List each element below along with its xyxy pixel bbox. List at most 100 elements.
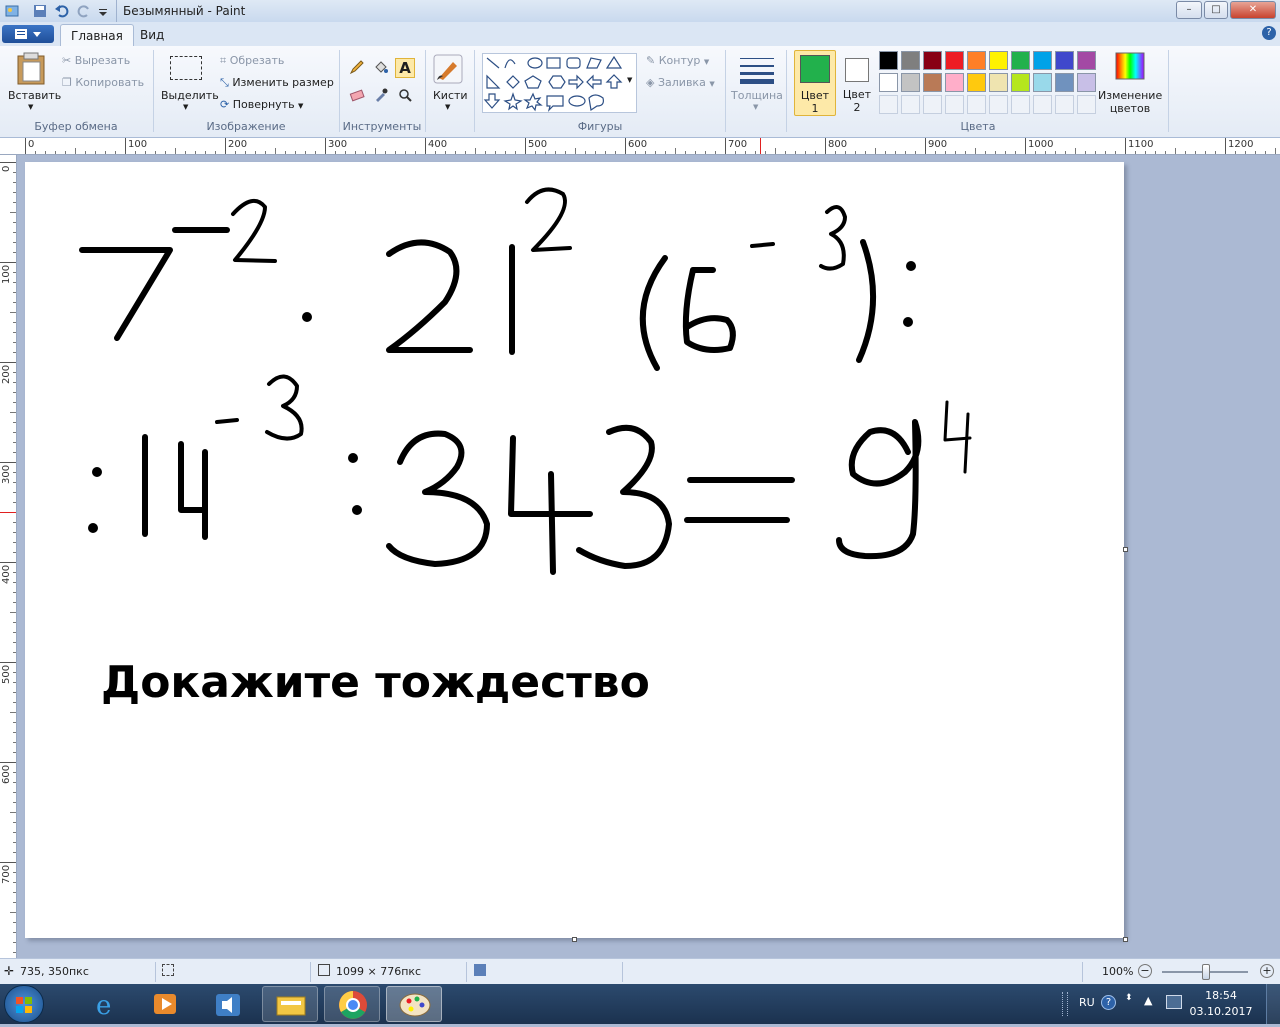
help-icon[interactable]: ? [1262, 26, 1276, 40]
ruler-minor-tick [95, 151, 96, 154]
quick-access-dropdown-icon[interactable] [97, 3, 113, 19]
resize-button[interactable]: ⤡ Изменить размер [220, 76, 334, 90]
palette-color-swatch[interactable] [923, 51, 942, 70]
palette-color-swatch[interactable] [1011, 73, 1030, 92]
tray-expand-icon[interactable]: ▲ [1144, 994, 1152, 1007]
shapes-scroll-down-icon[interactable]: ▼ [627, 76, 632, 84]
crop-button[interactable]: ⌗ Обрезать [220, 54, 284, 68]
eraser-icon[interactable] [347, 86, 367, 106]
file-menu-button[interactable] [2, 25, 54, 43]
palette-color-swatch[interactable] [1077, 73, 1096, 92]
size-button[interactable]: Толщина [731, 89, 783, 102]
text-tool-icon[interactable]: A [395, 58, 415, 78]
palette-color-swatch[interactable] [1033, 51, 1052, 70]
edit-colors-icon[interactable] [1115, 52, 1145, 83]
palette-color-swatch[interactable] [1077, 51, 1096, 70]
zoom-in-button[interactable]: + [1260, 964, 1274, 978]
select-dropdown-icon[interactable]: ▼ [183, 103, 188, 111]
copy-button[interactable]: ❐ Копировать [62, 76, 144, 89]
ruler-minor-tick [665, 151, 666, 154]
palette-color-swatch[interactable] [945, 51, 964, 70]
palette-empty-swatch[interactable] [1011, 95, 1030, 114]
ruler-cursor-marker [760, 138, 761, 154]
rotate-button[interactable]: ⟳ Повернуть ▼ [220, 98, 303, 111]
language-options-icon[interactable]: ⬍ [1125, 993, 1133, 1003]
chrome-icon[interactable] [324, 986, 380, 1022]
clipboard-icon[interactable] [16, 52, 48, 89]
tab-view[interactable]: Вид [130, 24, 174, 46]
palette-empty-swatch[interactable] [967, 95, 986, 114]
paint-app-icon[interactable] [4, 3, 20, 19]
palette-color-swatch[interactable] [879, 51, 898, 70]
close-button[interactable]: ✕ [1230, 1, 1276, 19]
palette-empty-swatch[interactable] [945, 95, 964, 114]
palette-color-swatch[interactable] [1055, 73, 1074, 92]
start-button[interactable] [4, 985, 44, 1023]
palette-color-swatch[interactable] [901, 73, 920, 92]
language-help-icon[interactable]: ? [1101, 995, 1116, 1010]
internet-explorer-icon[interactable]: e [78, 986, 134, 1022]
palette-color-swatch[interactable] [901, 51, 920, 70]
select-button[interactable]: Выделить [161, 89, 219, 102]
ruler-major-tick [25, 138, 26, 154]
palette-color-swatch[interactable] [1011, 51, 1030, 70]
color2-button[interactable]: Цвет 2 [838, 50, 876, 116]
select-icon[interactable] [170, 56, 202, 80]
maximize-button[interactable]: □ [1204, 1, 1228, 19]
edit-colors-button[interactable]: Изменение [1098, 89, 1162, 102]
save-icon[interactable] [32, 3, 48, 19]
outline-label: Контур [658, 54, 701, 67]
minimize-button[interactable]: – [1176, 1, 1202, 19]
palette-color-swatch[interactable] [989, 51, 1008, 70]
palette-empty-swatch[interactable] [1055, 95, 1074, 114]
show-desktop-button[interactable] [1266, 984, 1280, 1024]
color1-button[interactable]: Цвет 1 [794, 50, 836, 116]
explorer-icon[interactable] [262, 986, 318, 1022]
media-player-icon[interactable] [138, 986, 194, 1022]
palette-color-swatch[interactable] [879, 73, 898, 92]
drawing-canvas[interactable]: Докажите тождество [25, 162, 1128, 942]
resize-handle-corner[interactable] [1123, 937, 1128, 942]
color-picker-icon[interactable] [371, 86, 391, 106]
brushes-button[interactable]: Кисти [433, 89, 468, 102]
outline-button[interactable]: ✎ Контур ▼ [646, 54, 709, 67]
palette-color-swatch[interactable] [923, 73, 942, 92]
shapes-gallery[interactable] [482, 53, 637, 113]
paste-dropdown-icon[interactable]: ▼ [28, 103, 33, 111]
resize-handle-right[interactable] [1123, 547, 1128, 552]
cut-button[interactable]: ✂ Вырезать [62, 54, 130, 67]
palette-empty-swatch[interactable] [901, 95, 920, 114]
magnifier-icon[interactable] [395, 86, 415, 106]
volume-app-icon[interactable] [200, 986, 256, 1022]
fill-button[interactable]: ◈ Заливка ▼ [646, 76, 715, 89]
tab-home[interactable]: Главная [60, 24, 134, 46]
size-dropdown-icon[interactable]: ▼ [753, 103, 758, 111]
palette-empty-swatch[interactable] [1033, 95, 1052, 114]
undo-icon[interactable] [54, 3, 70, 19]
fill-bucket-icon[interactable] [371, 58, 391, 78]
palette-color-swatch[interactable] [989, 73, 1008, 92]
palette-color-swatch[interactable] [967, 51, 986, 70]
paint-taskbar-icon[interactable] [386, 986, 442, 1022]
palette-empty-swatch[interactable] [989, 95, 1008, 114]
palette-color-swatch[interactable] [967, 73, 986, 92]
brushes-icon[interactable] [433, 54, 463, 87]
palette-empty-swatch[interactable] [1077, 95, 1096, 114]
redo-icon[interactable] [76, 3, 92, 19]
palette-color-swatch[interactable] [945, 73, 964, 92]
zoom-out-button[interactable]: − [1138, 964, 1152, 978]
pencil-icon[interactable] [347, 58, 367, 78]
paste-button[interactable]: Вставить [8, 89, 61, 102]
zoom-slider-thumb[interactable] [1202, 964, 1210, 980]
palette-empty-swatch[interactable] [923, 95, 942, 114]
brushes-dropdown-icon[interactable]: ▼ [445, 103, 450, 111]
language-indicator[interactable]: RU [1079, 996, 1095, 1009]
palette-color-swatch[interactable] [1055, 51, 1074, 70]
resize-handle-bottom[interactable] [572, 937, 577, 942]
palette-color-swatch[interactable] [1033, 73, 1052, 92]
color2-swatch [845, 58, 869, 82]
palette-empty-swatch[interactable] [879, 95, 898, 114]
clock-time[interactable]: 18:54 [1186, 989, 1256, 1002]
network-icon[interactable] [1166, 995, 1182, 1009]
line-size-icon[interactable] [740, 56, 774, 87]
